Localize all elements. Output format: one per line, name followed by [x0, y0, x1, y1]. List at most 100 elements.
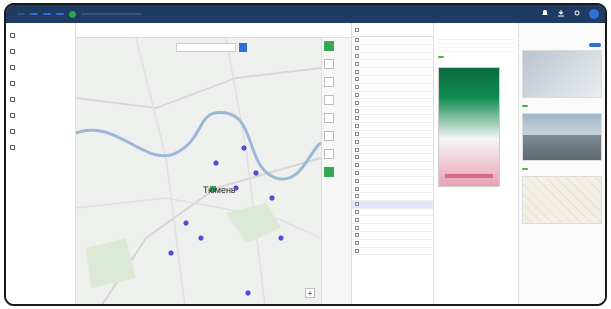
table-row[interactable]: [352, 162, 433, 170]
sidebar-item-6[interactable]: [6, 107, 75, 123]
table-row[interactable]: [352, 131, 433, 139]
filter-2[interactable]: [43, 13, 51, 15]
details-header: [438, 27, 514, 30]
row-checkbox[interactable]: [355, 61, 359, 66]
row-checkbox[interactable]: [355, 53, 359, 58]
settings-icon: [10, 129, 15, 134]
table-row[interactable]: [352, 107, 433, 115]
row-checkbox[interactable]: [355, 241, 359, 246]
row-checkbox[interactable]: [355, 92, 359, 97]
table-row[interactable]: [352, 68, 433, 76]
print-icon[interactable]: [324, 113, 334, 123]
table-row[interactable]: [352, 123, 433, 131]
row-checkbox[interactable]: [355, 131, 359, 136]
polygon-icon[interactable]: [324, 77, 334, 87]
table-row[interactable]: [352, 99, 433, 108]
row-checkbox[interactable]: [355, 116, 359, 121]
row-checkbox[interactable]: [355, 69, 359, 74]
filter-3[interactable]: [56, 13, 64, 15]
map-area[interactable]: Тюмень +: [76, 23, 351, 304]
table-row[interactable]: [352, 193, 433, 201]
table-row[interactable]: [352, 146, 433, 154]
ad-poster-image[interactable]: [438, 67, 500, 187]
layers-icon[interactable]: [324, 95, 334, 105]
row-checkbox[interactable]: [355, 77, 359, 82]
pointer-icon[interactable]: [324, 41, 334, 51]
avatar[interactable]: [589, 9, 599, 19]
photo-3[interactable]: [522, 176, 602, 224]
table-row[interactable]: [352, 185, 433, 193]
document-icon: [10, 97, 15, 102]
bell-icon[interactable]: [541, 9, 549, 19]
address-search-input[interactable]: [176, 43, 236, 52]
sidebar-item-4[interactable]: [6, 75, 75, 91]
pin-icon[interactable]: [324, 149, 334, 159]
filter-1[interactable]: [30, 13, 38, 15]
table-row[interactable]: [352, 209, 433, 217]
row-checkbox[interactable]: [355, 85, 359, 90]
search-button[interactable]: [239, 43, 247, 52]
sidebar-item-2[interactable]: [6, 43, 75, 59]
table-row[interactable]: [352, 45, 433, 53]
row-checkbox[interactable]: [355, 186, 359, 191]
row-checkbox[interactable]: [355, 100, 359, 105]
table-row[interactable]: [352, 177, 433, 186]
row-checkbox[interactable]: [355, 139, 359, 144]
row-checkbox[interactable]: [355, 108, 359, 113]
table-row[interactable]: [352, 248, 433, 256]
photo-2[interactable]: [522, 113, 602, 161]
table-row[interactable]: [352, 115, 433, 123]
table-row[interactable]: [352, 216, 433, 225]
sidebar-item-1[interactable]: [6, 27, 75, 43]
table-row[interactable]: [352, 240, 433, 248]
row-checkbox[interactable]: [355, 38, 359, 43]
photos-panel: [518, 23, 605, 304]
row-checkbox[interactable]: [355, 170, 359, 175]
row-checkbox[interactable]: [355, 209, 359, 214]
row-checkbox[interactable]: [355, 217, 359, 222]
filter-icon[interactable]: [324, 131, 334, 141]
sidebar-item-5[interactable]: [6, 91, 75, 107]
table-row[interactable]: [352, 60, 433, 69]
folder-icon: [10, 65, 15, 70]
settings-icon[interactable]: [573, 9, 581, 19]
edit-icon[interactable]: [324, 167, 334, 177]
row-checkbox[interactable]: [355, 202, 359, 207]
period-selector[interactable]: [17, 13, 25, 15]
row-checkbox[interactable]: [355, 124, 359, 129]
top-search-input[interactable]: [81, 13, 141, 15]
table-row[interactable]: [352, 200, 433, 209]
table-row[interactable]: [352, 232, 433, 240]
select-all-checkbox[interactable]: [355, 27, 359, 32]
table-row[interactable]: [352, 84, 433, 92]
table-row[interactable]: [352, 138, 433, 147]
table-row[interactable]: [352, 53, 433, 61]
row-checkbox[interactable]: [355, 178, 359, 183]
photo-tag: [522, 105, 528, 107]
object-list: [351, 23, 433, 304]
sidebar-item-3[interactable]: [6, 59, 75, 75]
ruler-icon[interactable]: [324, 59, 334, 69]
table-row[interactable]: [352, 37, 433, 45]
table-row[interactable]: [352, 76, 433, 84]
sidebar: [6, 23, 76, 304]
table-row[interactable]: [352, 154, 433, 162]
zoom-in-button[interactable]: +: [305, 288, 315, 298]
table-row[interactable]: [352, 170, 433, 178]
row-checkbox[interactable]: [355, 225, 359, 230]
photo-1[interactable]: [522, 50, 602, 98]
row-checkbox[interactable]: [355, 163, 359, 168]
table-row[interactable]: [352, 92, 433, 100]
table-row[interactable]: [352, 224, 433, 232]
sidebar-item-7[interactable]: [6, 123, 75, 139]
row-checkbox[interactable]: [355, 46, 359, 51]
download-icon[interactable]: [557, 9, 565, 19]
app-window: Тюмень +: [4, 3, 607, 306]
row-checkbox[interactable]: [355, 248, 359, 253]
row-checkbox[interactable]: [355, 155, 359, 160]
sidebar-item-8[interactable]: [6, 139, 75, 155]
row-checkbox[interactable]: [355, 194, 359, 199]
row-checkbox[interactable]: [355, 147, 359, 152]
action-button[interactable]: [589, 43, 601, 47]
row-checkbox[interactable]: [355, 233, 359, 238]
